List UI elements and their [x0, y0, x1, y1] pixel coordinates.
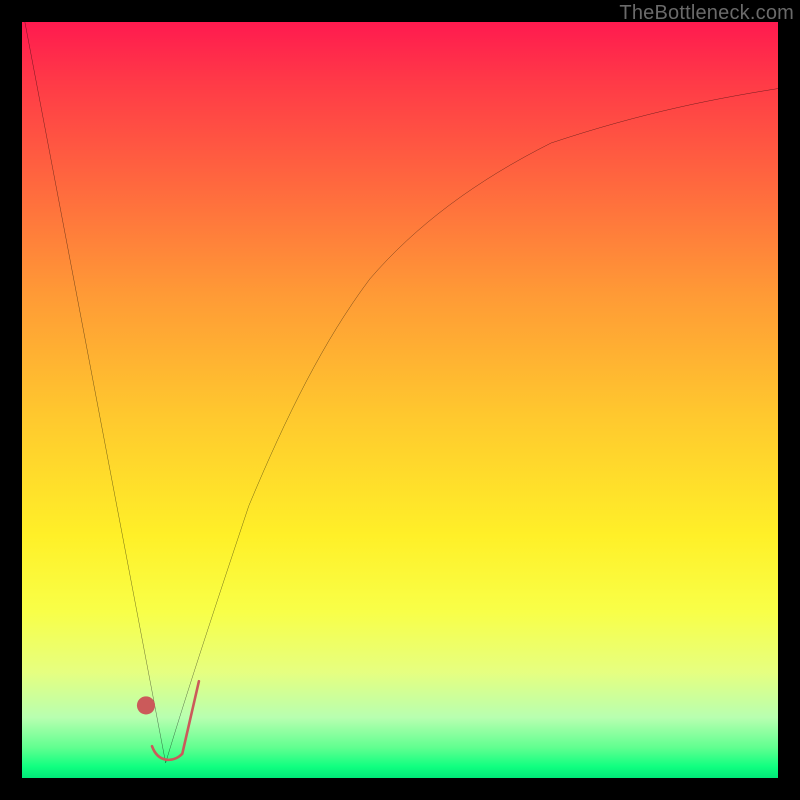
bottleneck-curve-left	[22, 22, 166, 763]
marker-hook-icon	[152, 681, 199, 760]
curves-layer	[22, 22, 778, 778]
marker-dot-icon	[137, 696, 155, 714]
plot-area	[22, 22, 778, 778]
optimal-point-marker	[137, 681, 199, 760]
chart-frame: TheBottleneck.com	[0, 0, 800, 800]
bottleneck-curve-right	[166, 86, 778, 763]
